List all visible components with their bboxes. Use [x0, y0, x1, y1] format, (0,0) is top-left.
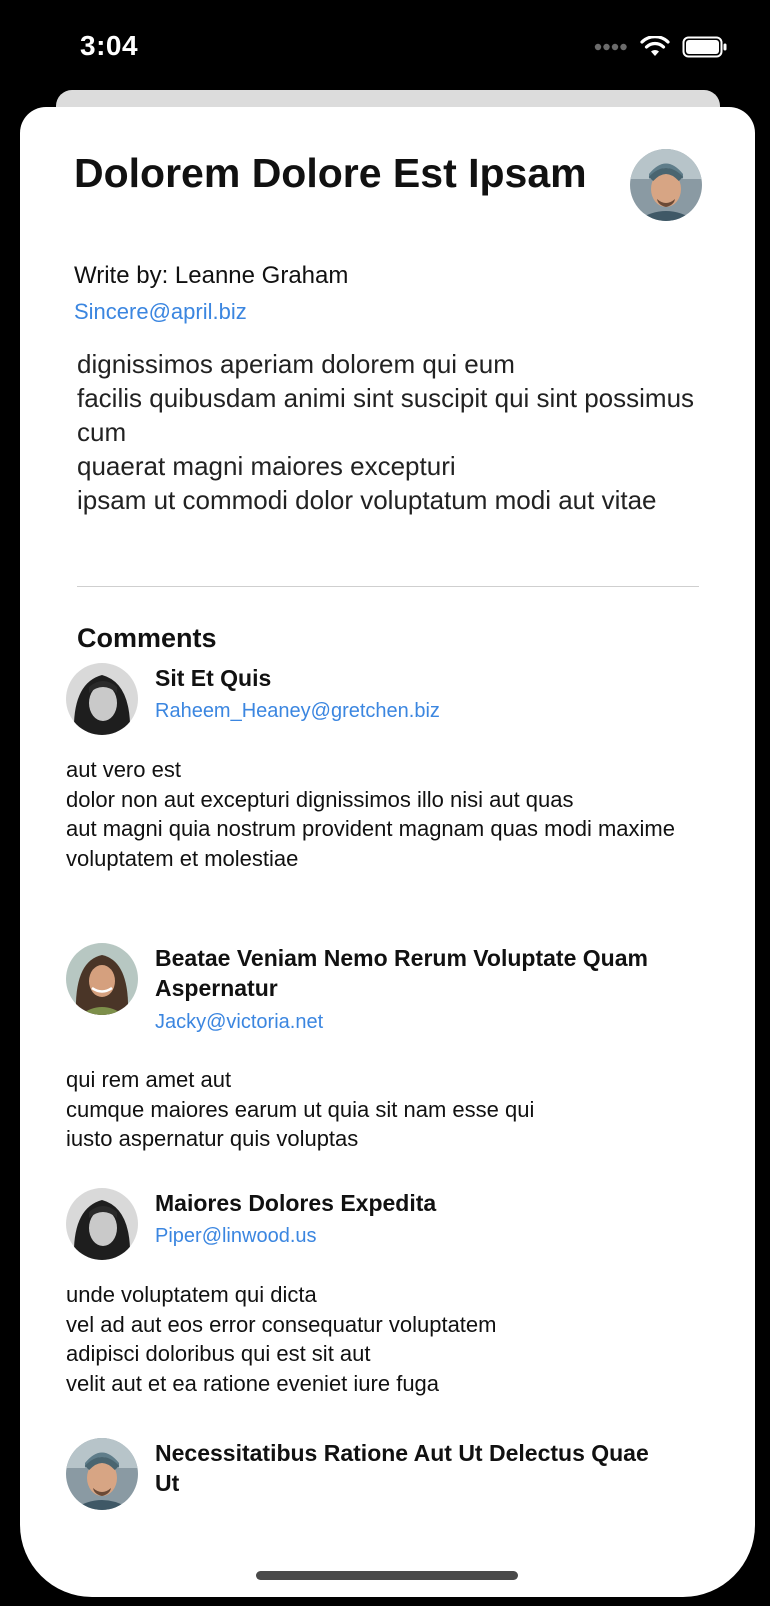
status-time: 3:04 [80, 30, 139, 61]
signal-icon [594, 42, 628, 52]
commenter-avatar[interactable] [66, 1188, 138, 1260]
status-bar: 3:04 [0, 0, 770, 100]
comment-item: Necessitatibus Ratione Aut Ut Delectus Q… [66, 1438, 706, 1538]
status-icons [594, 36, 728, 58]
comments-heading: Comments [77, 623, 217, 653]
comment-author-name: Necessitatibus Ratione Aut Ut Delectus Q… [155, 1440, 649, 1496]
comment-item: Sit Et Quis Raheem_Heaney@gretchen.biz a… [66, 663, 706, 903]
comment-body: unde voluptatem qui dicta vel ad aut eos… [66, 1282, 497, 1396]
comment-item: Maiores Dolores Expedita Piper@linwood.u… [66, 1188, 706, 1403]
author-line: Write by: Leanne Graham [74, 262, 349, 289]
comment-item: Beatae Veniam Nemo Rerum Voluptate Quam … [66, 943, 706, 1153]
home-indicator[interactable] [256, 1571, 518, 1580]
author-email-link[interactable]: Sincere@april.biz [74, 299, 247, 325]
post-body: dignissimos aperiam dolorem qui eum faci… [77, 349, 695, 515]
comment-author-name: Maiores Dolores Expedita [155, 1190, 437, 1216]
comment-author-email[interactable]: Raheem_Heaney@gretchen.biz [155, 700, 440, 723]
comment-author-name: Beatae Veniam Nemo Rerum Voluptate Quam … [155, 945, 648, 1001]
comment-author-email[interactable]: Jacky@victoria.net [155, 1011, 323, 1034]
battery-icon [682, 36, 728, 58]
wifi-icon [640, 36, 670, 58]
comment-author-email[interactable]: Piper@linwood.us [155, 1225, 317, 1248]
comment-body: qui rem amet aut cumque maiores earum ut… [66, 1067, 535, 1151]
post-title: Dolorem Dolore Est Ipsam [74, 150, 587, 196]
commenter-avatar[interactable] [66, 1438, 138, 1510]
divider [77, 586, 699, 587]
comment-body: aut vero est dolor non aut excepturi dig… [66, 757, 675, 871]
commenter-avatar[interactable] [66, 663, 138, 735]
post-detail-sheet: Dolorem Dolore Est Ipsam Write by: Leann… [20, 107, 755, 1597]
commenter-avatar[interactable] [66, 943, 138, 1015]
comment-author-name: Sit Et Quis [155, 665, 272, 691]
author-avatar[interactable] [630, 149, 702, 221]
